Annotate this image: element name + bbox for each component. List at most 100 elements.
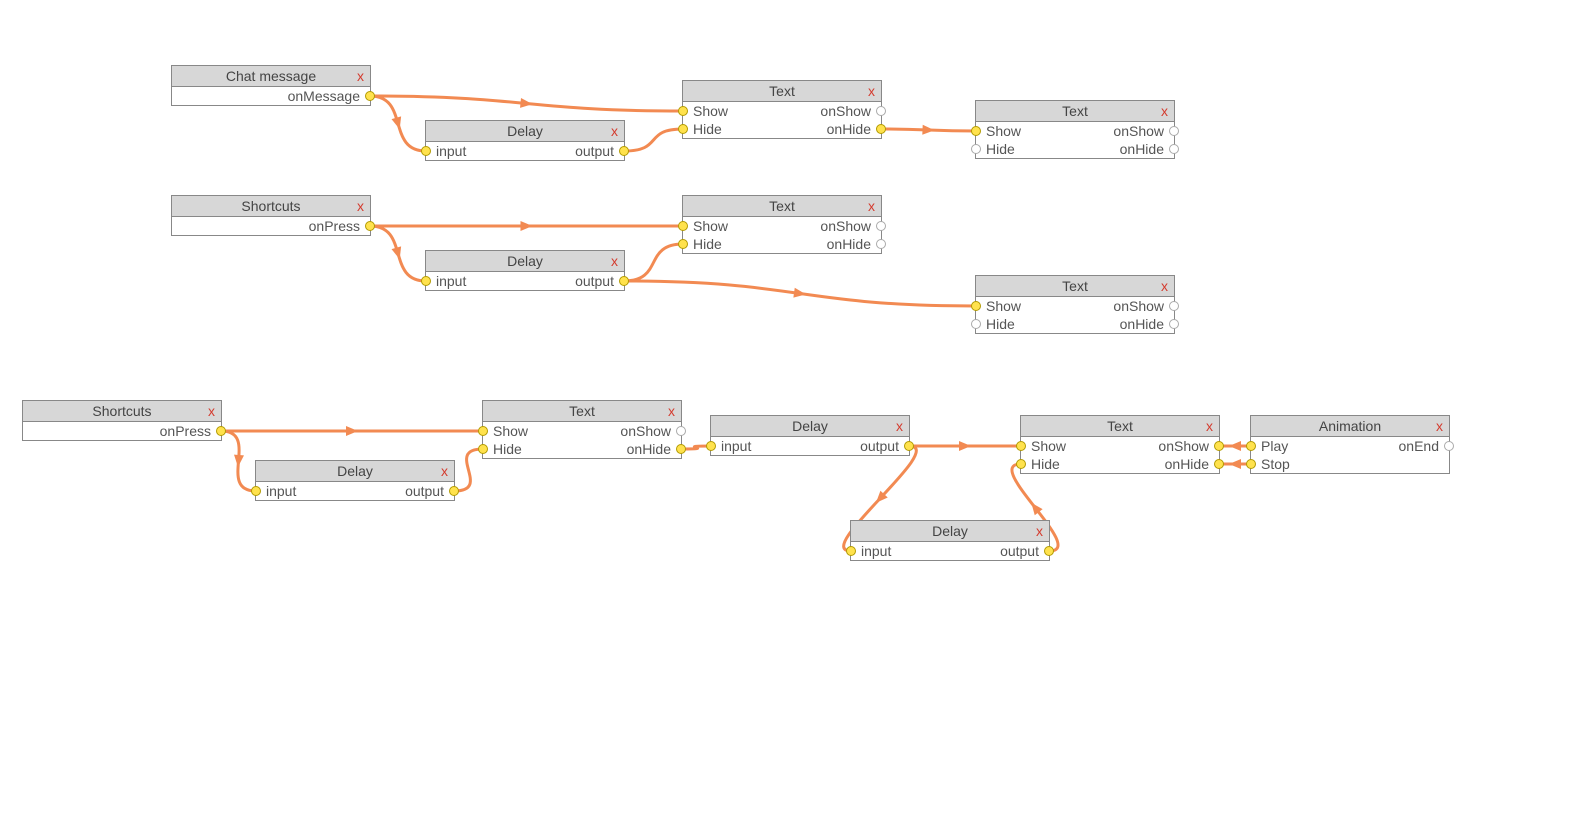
connection-wire[interactable]	[370, 226, 426, 281]
close-icon[interactable]: x	[668, 401, 675, 421]
node-graph-canvas[interactable]: Chat messagexonMessageDelayxinputoutputT…	[0, 0, 1584, 816]
node-titlebar[interactable]: Textx	[976, 276, 1174, 297]
close-icon[interactable]: x	[208, 401, 215, 421]
output-label: onHide	[627, 440, 671, 458]
node-titlebar[interactable]: Shortcutsx	[172, 196, 370, 217]
node-n2[interactable]: Delayxinputoutput	[425, 120, 625, 161]
input-port[interactable]	[421, 146, 431, 156]
connection-wire[interactable]	[221, 431, 256, 491]
node-n12[interactable]: Delayxinputoutput	[710, 415, 910, 456]
node-titlebar[interactable]: Animationx	[1251, 416, 1449, 437]
output-port[interactable]	[619, 146, 629, 156]
input-port[interactable]	[971, 126, 981, 136]
close-icon[interactable]: x	[1036, 521, 1043, 541]
input-port[interactable]	[971, 319, 981, 329]
connection-wire[interactable]	[624, 281, 976, 306]
output-port[interactable]	[216, 426, 226, 436]
input-port[interactable]	[1016, 459, 1026, 469]
node-titlebar[interactable]: Delayx	[426, 121, 624, 142]
input-port[interactable]	[678, 124, 688, 134]
node-n5[interactable]: ShortcutsxonPress	[171, 195, 371, 236]
output-port[interactable]	[1044, 546, 1054, 556]
node-titlebar[interactable]: Textx	[1021, 416, 1219, 437]
output-port[interactable]	[676, 444, 686, 454]
output-port[interactable]	[1169, 144, 1179, 154]
output-port[interactable]	[619, 276, 629, 286]
node-titlebar[interactable]: Chat messagex	[172, 66, 370, 87]
output-port[interactable]	[449, 486, 459, 496]
close-icon[interactable]: x	[868, 81, 875, 101]
close-icon[interactable]: x	[896, 416, 903, 436]
close-icon[interactable]: x	[357, 66, 364, 86]
close-icon[interactable]: x	[441, 461, 448, 481]
connection-wire[interactable]	[370, 96, 426, 151]
output-label: output	[860, 437, 899, 455]
node-title: Text	[569, 403, 595, 419]
node-n13[interactable]: Delayxinputoutput	[850, 520, 1050, 561]
close-icon[interactable]: x	[1436, 416, 1443, 436]
input-port[interactable]	[1016, 441, 1026, 451]
node-n8[interactable]: TextxShowonShowHideonHide	[975, 275, 1175, 334]
input-port[interactable]	[971, 301, 981, 311]
input-port[interactable]	[971, 144, 981, 154]
output-port[interactable]	[1169, 301, 1179, 311]
node-titlebar[interactable]: Textx	[683, 81, 881, 102]
output-port[interactable]	[1169, 319, 1179, 329]
node-titlebar[interactable]: Textx	[976, 101, 1174, 122]
node-titlebar[interactable]: Text x	[483, 401, 681, 422]
output-port[interactable]	[876, 124, 886, 134]
output-port[interactable]	[904, 441, 914, 451]
output-port[interactable]	[876, 221, 886, 231]
close-icon[interactable]: x	[357, 196, 364, 216]
close-icon[interactable]: x	[868, 196, 875, 216]
node-n6[interactable]: Delayxinputoutput	[425, 250, 625, 291]
input-port[interactable]	[678, 221, 688, 231]
output-port[interactable]	[365, 221, 375, 231]
close-icon[interactable]: x	[1206, 416, 1213, 436]
input-port[interactable]	[251, 486, 261, 496]
output-port[interactable]	[876, 239, 886, 249]
close-icon[interactable]: x	[1161, 101, 1168, 121]
node-titlebar[interactable]: Delayx	[256, 461, 454, 482]
close-icon[interactable]: x	[1161, 276, 1168, 296]
node-n15[interactable]: AnimationxPlayonEndStop	[1250, 415, 1450, 474]
connection-wire[interactable]	[624, 244, 683, 281]
node-n7[interactable]: TextxShowonShowHideonHide	[682, 195, 882, 254]
output-port[interactable]	[676, 426, 686, 436]
output-port[interactable]	[1444, 441, 1454, 451]
node-titlebar[interactable]: Delayx	[851, 521, 1049, 542]
input-port[interactable]	[421, 276, 431, 286]
output-port[interactable]	[365, 91, 375, 101]
input-port[interactable]	[678, 239, 688, 249]
connection-wire[interactable]	[624, 129, 683, 151]
node-titlebar[interactable]: Delayx	[711, 416, 909, 437]
node-n14[interactable]: TextxShowonShowHideonHide	[1020, 415, 1220, 474]
input-port[interactable]	[706, 441, 716, 451]
input-port[interactable]	[846, 546, 856, 556]
output-port[interactable]	[1214, 441, 1224, 451]
node-n11[interactable]: TextxShowonShowHideonHide	[482, 400, 682, 459]
node-titlebar[interactable]: Delayx	[426, 251, 624, 272]
node-row: inputoutput	[426, 272, 624, 290]
output-label: onShow	[820, 102, 871, 120]
close-icon[interactable]: x	[611, 251, 618, 271]
node-n1[interactable]: Chat messagexonMessage	[171, 65, 371, 106]
output-port[interactable]	[1214, 459, 1224, 469]
node-n4[interactable]: TextxShowonShowHideonHide	[975, 100, 1175, 159]
node-n10[interactable]: Delayxinputoutput	[255, 460, 455, 501]
close-icon[interactable]: x	[611, 121, 618, 141]
input-port[interactable]	[1246, 441, 1256, 451]
output-port[interactable]	[876, 106, 886, 116]
connection-wire[interactable]	[881, 129, 976, 131]
node-n9[interactable]: ShortcutsxonPress	[22, 400, 222, 441]
node-titlebar[interactable]: Textx	[683, 196, 881, 217]
node-n3[interactable]: TextxShowonShowHideonHide	[682, 80, 882, 139]
input-port[interactable]	[478, 444, 488, 454]
output-port[interactable]	[1169, 126, 1179, 136]
connection-wire[interactable]	[454, 449, 483, 491]
input-port[interactable]	[1246, 459, 1256, 469]
input-port[interactable]	[678, 106, 688, 116]
node-titlebar[interactable]: Shortcutsx	[23, 401, 221, 422]
input-port[interactable]	[478, 426, 488, 436]
connection-wire[interactable]	[370, 96, 683, 111]
